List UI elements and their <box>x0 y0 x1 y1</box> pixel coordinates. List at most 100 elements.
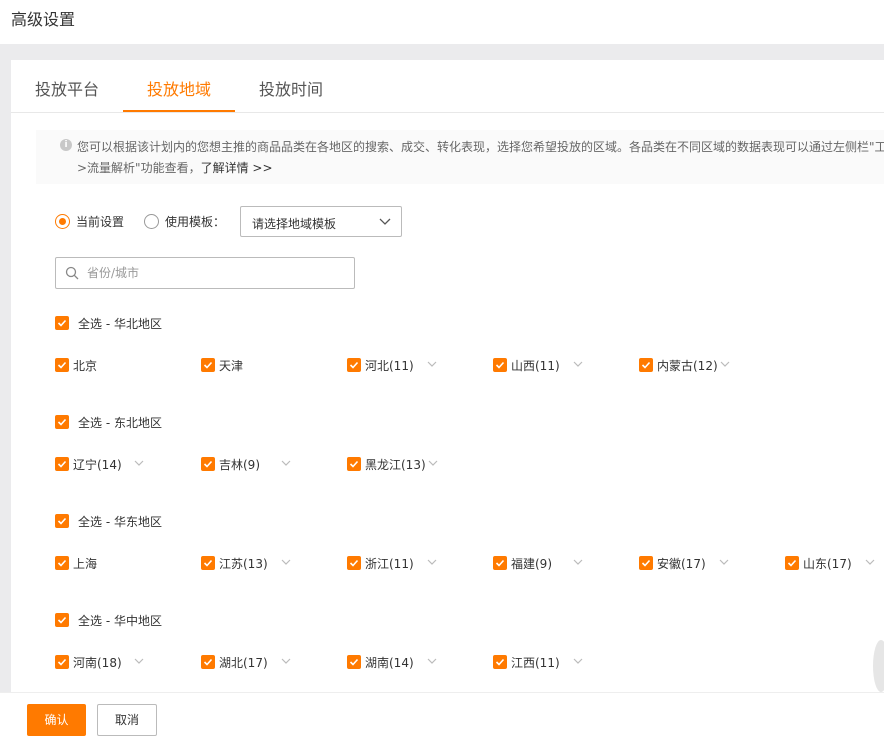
chevron-down-icon[interactable] <box>426 358 438 370</box>
province-checkbox[interactable] <box>347 358 361 372</box>
province-checkbox[interactable] <box>55 457 69 471</box>
check-icon <box>57 418 67 426</box>
check-icon <box>57 319 67 327</box>
province-checkbox[interactable] <box>639 358 653 372</box>
tab-platform[interactable]: 投放平台 <box>35 76 99 100</box>
check-icon <box>349 460 359 468</box>
province-label: 吉林(9) <box>219 458 260 472</box>
region-template-value: 请选择地域模板 <box>252 217 337 231</box>
active-tab-indicator <box>123 110 235 112</box>
cancel-button[interactable]: 取消 <box>97 704 157 736</box>
chevron-down-icon[interactable] <box>572 655 584 667</box>
chevron-down-icon[interactable] <box>426 556 438 568</box>
province-checkbox[interactable] <box>785 556 799 570</box>
check-icon <box>203 361 213 369</box>
chevron-down-icon[interactable] <box>280 655 292 667</box>
check-icon <box>349 559 359 567</box>
province-checkbox[interactable] <box>201 457 215 471</box>
province-checkbox[interactable] <box>201 655 215 669</box>
province-checkbox[interactable] <box>493 358 507 372</box>
province-label: 天津 <box>219 359 244 373</box>
top-bar: 高级设置 <box>0 0 884 44</box>
info-text-line1: 您可以根据该计划内的您想主推的商品品类在各地区的搜索、成交、转化表现，选择您希望… <box>77 140 884 154</box>
check-icon <box>203 559 213 567</box>
province-checkbox[interactable] <box>55 358 69 372</box>
select-all-north-label: 全选 - 华北地区 <box>78 317 162 331</box>
chevron-down-icon[interactable] <box>426 655 438 667</box>
chevron-down-icon[interactable] <box>572 358 584 370</box>
province-label: 福建(9) <box>511 557 552 571</box>
use-template-radio[interactable] <box>144 214 159 229</box>
chevron-down-icon[interactable] <box>133 655 145 667</box>
select-all-northeast-label: 全选 - 东北地区 <box>78 416 162 430</box>
province-label: 辽宁(14) <box>73 458 122 472</box>
province-checkbox[interactable] <box>55 556 69 570</box>
select-all-central-label: 全选 - 华中地区 <box>78 614 162 628</box>
current-setting-radio[interactable] <box>55 214 70 229</box>
confirm-button[interactable]: 确认 <box>27 704 86 736</box>
chevron-down-icon[interactable] <box>280 556 292 568</box>
province-label: 河北(11) <box>365 359 414 373</box>
province-checkbox[interactable] <box>201 556 215 570</box>
province-label: 安徽(17) <box>657 557 706 571</box>
province-checkbox[interactable] <box>493 556 507 570</box>
province-label: 江苏(13) <box>219 557 268 571</box>
tab-bar: 投放平台 投放地域 投放时间 <box>11 60 884 113</box>
check-icon <box>495 559 505 567</box>
province-label: 浙江(11) <box>365 557 414 571</box>
info-text-line2: >流量解析"功能查看，了解详情 >> <box>77 159 273 176</box>
select-all-northeast-checkbox[interactable] <box>55 415 69 429</box>
province-label: 黑龙江(13) <box>365 458 426 472</box>
check-icon <box>57 616 67 624</box>
select-all-north-checkbox[interactable] <box>55 316 69 330</box>
check-icon <box>57 361 67 369</box>
tab-region[interactable]: 投放地域 <box>147 76 211 100</box>
province-checkbox[interactable] <box>347 457 361 471</box>
check-icon <box>57 517 67 525</box>
search-icon <box>65 266 79 280</box>
region-settings-panel: 投放平台 投放地域 投放时间 i 您可以根据该计划内的您想主推的商品品类在各地区… <box>11 60 884 692</box>
check-icon <box>203 658 213 666</box>
province-city-search <box>55 257 355 289</box>
check-icon <box>495 361 505 369</box>
province-label: 湖北(17) <box>219 656 268 670</box>
region-template-select[interactable]: 请选择地域模板 <box>240 206 402 237</box>
info-text-prefix: >流量解析"功能查看， <box>77 161 201 175</box>
chevron-down-icon[interactable] <box>718 556 730 568</box>
province-label: 河南(18) <box>73 656 122 670</box>
check-icon <box>349 361 359 369</box>
check-icon <box>57 658 67 666</box>
check-icon <box>57 559 67 567</box>
province-label: 山西(11) <box>511 359 560 373</box>
use-template-label: 使用模板： <box>165 215 226 229</box>
province-label: 内蒙古(12) <box>657 359 718 373</box>
learn-more-link[interactable]: 了解详情 >> <box>201 161 273 175</box>
check-icon <box>495 658 505 666</box>
chevron-down-icon <box>379 218 391 225</box>
chevron-down-icon[interactable] <box>572 556 584 568</box>
chevron-down-icon[interactable] <box>133 457 145 469</box>
check-icon <box>787 559 797 567</box>
province-label: 湖南(14) <box>365 656 414 670</box>
current-setting-label: 当前设置 <box>76 215 125 229</box>
check-icon <box>203 460 213 468</box>
select-all-east-checkbox[interactable] <box>55 514 69 528</box>
info-notice: i 您可以根据该计划内的您想主推的商品品类在各地区的搜索、成交、转化表现，选择您… <box>36 130 884 184</box>
chevron-down-icon[interactable] <box>719 358 731 370</box>
province-checkbox[interactable] <box>347 655 361 669</box>
province-checkbox[interactable] <box>55 655 69 669</box>
info-circle-icon: i <box>60 139 72 151</box>
chevron-down-icon[interactable] <box>864 556 876 568</box>
province-checkbox[interactable] <box>201 358 215 372</box>
province-checkbox[interactable] <box>347 556 361 570</box>
province-label: 上海 <box>73 557 98 571</box>
province-checkbox[interactable] <box>639 556 653 570</box>
tab-time[interactable]: 投放时间 <box>259 76 323 100</box>
check-icon <box>641 361 651 369</box>
chevron-down-icon[interactable] <box>280 457 292 469</box>
select-all-central-checkbox[interactable] <box>55 613 69 627</box>
province-checkbox[interactable] <box>493 655 507 669</box>
search-input[interactable] <box>87 264 337 282</box>
chevron-down-icon[interactable] <box>427 457 439 469</box>
province-label: 江西(11) <box>511 656 560 670</box>
